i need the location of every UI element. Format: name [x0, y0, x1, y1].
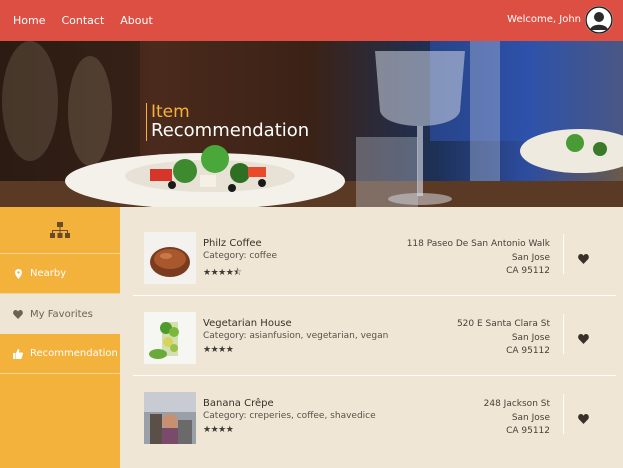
nav-about-link[interactable]: About	[120, 14, 153, 27]
sidebar-item-recommendation[interactable]: Recommendation	[0, 334, 120, 374]
favorite-heart-icon[interactable]	[578, 249, 592, 264]
hero-background-image	[0, 41, 623, 207]
item-address: 248 Jackson St San Jose CA 95112	[484, 398, 550, 439]
sidebar-item-label: Recommendation	[30, 348, 118, 359]
address-line3: CA 95112	[506, 426, 550, 436]
item-category: Category: coffee	[203, 251, 278, 261]
list-item[interactable]: Banana Crêpe Category: creperies, coffee…	[133, 376, 616, 456]
welcome-text: Welcome, John	[507, 14, 581, 25]
item-category: Category: asianfusion, vegetarian, vegan	[203, 331, 389, 341]
sitemap-icon	[50, 222, 70, 238]
rating-stars: ★★★★⯪	[203, 268, 242, 278]
item-name[interactable]: Banana Crêpe	[203, 398, 274, 409]
hero-title: Item Recommendation	[146, 103, 309, 141]
thumbs-up-icon	[12, 348, 24, 359]
favorite-heart-icon[interactable]	[578, 409, 592, 424]
item-thumbnail	[144, 392, 196, 444]
hero-title-line2: Recommendation	[151, 120, 310, 141]
address-line3: CA 95112	[506, 346, 550, 356]
sitemap-header	[0, 207, 120, 254]
sidebar-item-label: Nearby	[30, 268, 67, 279]
map-marker-icon	[12, 268, 24, 279]
item-thumbnail	[144, 232, 196, 284]
nav-contact-link[interactable]: Contact	[61, 14, 104, 27]
sidebar-item-label: My Favorites	[30, 308, 93, 320]
address-line1: 118 Paseo De San Antonio Walk	[406, 239, 550, 249]
nav-home-link[interactable]: Home	[13, 14, 45, 27]
divider	[563, 394, 564, 434]
address-line1: 248 Jackson St	[483, 399, 550, 409]
favorite-heart-icon[interactable]	[578, 329, 592, 344]
address-line3: CA 95112	[506, 266, 550, 276]
top-nav: Home Contact About Welcome, John	[0, 0, 623, 41]
address-line1: 520 E Santa Clara St	[456, 319, 550, 329]
item-thumbnail	[144, 312, 196, 364]
item-name[interactable]: Philz Coffee	[203, 238, 262, 249]
divider	[563, 234, 564, 274]
list-item[interactable]: Vegetarian House Category: asianfusion, …	[133, 296, 616, 376]
rating-stars: ★★★★	[203, 425, 234, 435]
heart-icon	[12, 309, 24, 319]
sidebar-item-nearby[interactable]: Nearby	[0, 254, 120, 294]
item-address: 118 Paseo De San Antonio Walk San Jose C…	[407, 238, 550, 279]
hero-banner: Item Recommendation	[0, 41, 623, 207]
item-address: 520 E Santa Clara St San Jose CA 95112	[457, 318, 550, 359]
user-avatar-icon[interactable]	[585, 6, 613, 34]
address-line2: San Jose	[511, 332, 550, 343]
hero-title-line1: Item	[151, 102, 190, 122]
list-item[interactable]: Philz Coffee Category: coffee ★★★★⯪ 118 …	[133, 216, 616, 296]
address-line2: San Jose	[511, 412, 550, 423]
address-line2: San Jose	[511, 252, 550, 263]
favorites-list: Philz Coffee Category: coffee ★★★★⯪ 118 …	[133, 216, 616, 456]
sidebar-item-my-favorites[interactable]: My Favorites	[0, 294, 120, 334]
rating-stars: ★★★★	[203, 345, 234, 355]
item-category: Category: creperies, coffee, shavedice	[203, 411, 376, 421]
item-name[interactable]: Vegetarian House	[203, 318, 292, 329]
divider	[563, 314, 564, 354]
sidebar: Nearby My Favorites Recommendation	[0, 207, 120, 468]
